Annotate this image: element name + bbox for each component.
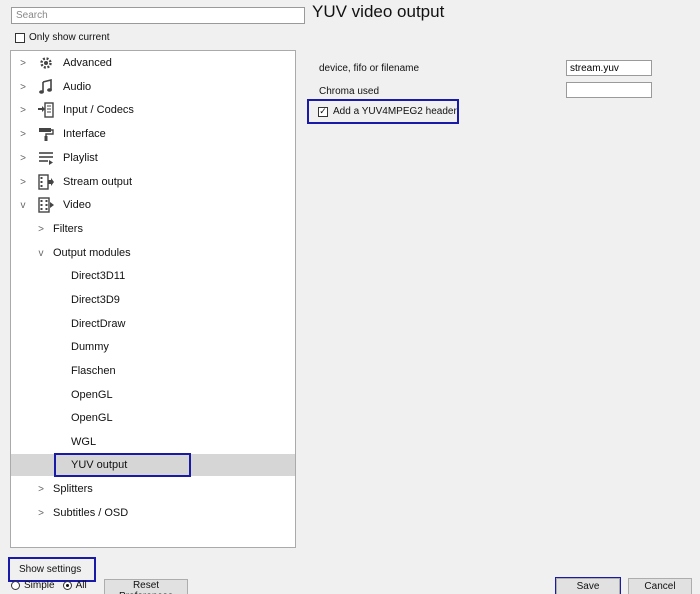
yuv4mpeg2-label: Add a YUV4MPEG2 header [333, 106, 457, 117]
input-codecs-icon [38, 102, 54, 118]
only-show-current-checkbox[interactable]: Only show current [15, 32, 110, 43]
settings-mode-radios: Simple All [11, 580, 87, 591]
cancel-button[interactable]: Cancel [628, 578, 692, 594]
tree-item-opengl[interactable]: OpenGL [11, 407, 295, 429]
tree-item-label: DirectDraw [71, 318, 126, 330]
stream-output-icon [38, 174, 54, 190]
tree-item-label: Input / Codecs [63, 104, 134, 116]
paint-roller-icon [38, 126, 54, 142]
tree-item-directdraw[interactable]: DirectDraw [11, 313, 295, 335]
music-note-icon [38, 79, 54, 95]
chevron-right-icon[interactable]: > [18, 129, 28, 140]
tree-item-subtitles-osd[interactable]: > Subtitles / OSD [11, 502, 295, 524]
tree-item-label: Playlist [63, 152, 98, 164]
playlist-icon [38, 150, 54, 166]
video-icon [38, 197, 54, 213]
tree-item-output-modules[interactable]: v Output modules [11, 242, 295, 264]
tree-item-audio[interactable]: > Audio [11, 76, 295, 98]
chevron-right-icon[interactable]: > [36, 224, 46, 235]
tree-item-video[interactable]: v Video [11, 194, 295, 216]
chevron-right-icon[interactable]: > [18, 82, 28, 93]
chevron-right-icon[interactable]: > [18, 153, 28, 164]
tree-item-label: Filters [53, 223, 83, 235]
tree-item-label: Stream output [63, 176, 133, 188]
tree-item-direct3d11[interactable]: Direct3D11 [11, 265, 295, 287]
tree-item-label: OpenGL [71, 389, 113, 401]
tree-item-wgl[interactable]: WGL [11, 431, 295, 453]
filename-label: device, fifo or filename [319, 63, 420, 74]
tree-item-interface[interactable]: > Interface [11, 123, 295, 145]
tree-item-label: YUV output [71, 459, 128, 471]
all-radio-label: All [75, 580, 87, 591]
chevron-right-icon[interactable]: > [36, 508, 46, 519]
chevron-down-icon[interactable]: v [36, 248, 46, 259]
tree-item-label: Subtitles / OSD [53, 507, 129, 519]
chroma-label: Chroma used [319, 86, 380, 97]
tree-item-label: Advanced [63, 57, 112, 69]
tree-item-input-codecs[interactable]: > Input / Codecs [11, 99, 295, 121]
tree-item-splitters[interactable]: > Splitters [11, 478, 295, 500]
tree-item-label: Interface [63, 128, 106, 140]
chevron-right-icon[interactable]: > [18, 177, 28, 188]
tree-item-playlist[interactable]: > Playlist [11, 147, 295, 169]
tree-item-label: Output modules [53, 247, 131, 259]
all-radio[interactable] [62, 581, 72, 590]
chevron-right-icon[interactable]: > [36, 484, 46, 495]
tree-item-label: Video [63, 199, 91, 211]
save-button[interactable]: Save [556, 578, 620, 594]
chevron-right-icon[interactable]: > [18, 105, 28, 116]
tree-item-label: Direct3D11 [71, 270, 126, 282]
panel-title: YUV video output [312, 2, 445, 21]
tree-item-filters[interactable]: > Filters [11, 218, 295, 240]
tree-item-opengl[interactable]: OpenGL [11, 384, 295, 406]
tree-item-direct3d9[interactable]: Direct3D9 [11, 289, 295, 311]
chroma-input[interactable] [566, 82, 652, 98]
simple-radio[interactable] [11, 581, 20, 590]
tree-item-advanced[interactable]: > Advanced [11, 52, 295, 74]
yuv4mpeg2-checkbox[interactable]: ✓ Add a YUV4MPEG2 header [318, 106, 457, 117]
tree-item-label: Splitters [53, 483, 93, 495]
checkbox-box[interactable] [15, 32, 25, 43]
tree-item-label: WGL [71, 436, 97, 448]
tree-item-label: Flaschen [71, 365, 116, 377]
tree-item-label: OpenGL [71, 412, 113, 424]
tree-item-label: Direct3D9 [71, 294, 120, 306]
filename-input[interactable] [566, 60, 652, 76]
tree-item-yuv-output[interactable]: YUV output [11, 454, 295, 476]
simple-radio-label: Simple [24, 580, 55, 591]
tree-item-flaschen[interactable]: Flaschen [11, 360, 295, 382]
chevron-right-icon[interactable]: > [18, 58, 28, 69]
preferences-tree[interactable]: > Advanced > Audio > Input / Codecs > In… [10, 50, 296, 548]
show-settings-label: Show settings [19, 564, 82, 575]
tree-item-dummy[interactable]: Dummy [11, 336, 295, 358]
tree-item-label: Audio [63, 81, 92, 93]
checkmark-icon[interactable]: ✓ [318, 106, 328, 117]
tree-item-label: Dummy [71, 341, 109, 353]
only-show-current-label: Only show current [29, 32, 110, 43]
tree-item-stream-output[interactable]: > Stream output [11, 171, 295, 193]
search-input[interactable] [11, 7, 305, 24]
preferences-window: Only show current > Advanced > Audio > I… [0, 0, 700, 594]
gear-icon [38, 55, 54, 71]
chevron-down-icon[interactable]: v [18, 200, 28, 211]
reset-preferences-button[interactable]: Reset Preferences [104, 579, 188, 594]
